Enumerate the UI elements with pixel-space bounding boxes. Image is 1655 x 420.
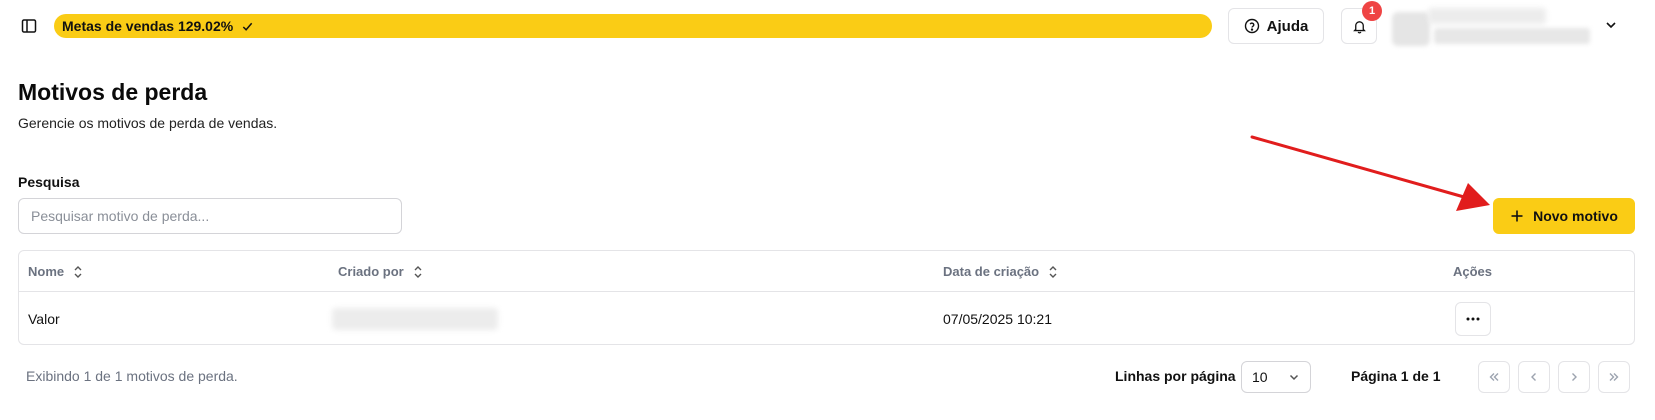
- page-title: Motivos de perda: [18, 79, 208, 105]
- help-button-label: Ajuda: [1266, 17, 1309, 35]
- sort-icon[interactable]: [1047, 265, 1059, 279]
- cell-created-by: [332, 292, 498, 345]
- sidebar-toggle-icon[interactable]: [18, 15, 40, 37]
- column-header-label: Data de criação: [943, 264, 1040, 279]
- notification-badge: 1: [1362, 1, 1382, 21]
- new-reason-button-label: Novo motivo: [1533, 208, 1618, 224]
- help-circle-icon: [1244, 18, 1260, 34]
- cell-actions: [1455, 292, 1491, 345]
- chevron-down-icon: [1288, 371, 1300, 383]
- column-header-created-at[interactable]: Data de criação: [943, 251, 1059, 292]
- column-header-created-by[interactable]: Criado por: [338, 251, 424, 292]
- chevron-left-icon: [1528, 371, 1540, 383]
- plus-icon: [1510, 209, 1524, 223]
- help-button[interactable]: Ajuda: [1228, 8, 1324, 44]
- column-header-label: Criado por: [338, 264, 404, 279]
- user-name-redacted: [1428, 8, 1546, 24]
- table-row: Valor 07/05/2025 10:21: [19, 292, 1634, 345]
- previous-page-button[interactable]: [1518, 361, 1550, 393]
- cell-name: Valor: [28, 310, 60, 327]
- top-bar: Metas de vendas 129.02% Ajuda 1: [0, 0, 1655, 52]
- sales-goal-label: Metas de vendas 129.02%: [62, 18, 234, 34]
- chevrons-right-icon: [1608, 371, 1620, 383]
- next-page-button[interactable]: [1558, 361, 1590, 393]
- search-label: Pesquisa: [18, 174, 80, 190]
- bell-icon: [1352, 19, 1367, 34]
- user-email-redacted: [1434, 28, 1590, 44]
- avatar: [1392, 12, 1430, 46]
- check-icon: [241, 20, 254, 33]
- chevron-down-icon[interactable]: [1604, 18, 1618, 32]
- more-horizontal-icon: [1466, 317, 1480, 321]
- column-header-name[interactable]: Nome: [28, 251, 84, 292]
- last-page-button[interactable]: [1598, 361, 1630, 393]
- search-input[interactable]: [18, 198, 402, 234]
- new-reason-button[interactable]: Novo motivo: [1493, 198, 1635, 234]
- user-menu[interactable]: [1392, 6, 1632, 46]
- column-header-label: Nome: [28, 264, 65, 279]
- chevron-right-icon: [1568, 371, 1580, 383]
- column-header-actions: Ações: [1453, 251, 1492, 292]
- row-actions-button[interactable]: [1455, 301, 1491, 336]
- rows-per-page-value: 10: [1252, 369, 1268, 385]
- first-page-button[interactable]: [1478, 361, 1510, 393]
- annotation-arrow: [1250, 135, 1490, 211]
- page-subtitle: Gerencie os motivos de perda de vendas.: [18, 115, 278, 131]
- sort-icon[interactable]: [72, 265, 84, 279]
- loss-reasons-table: Nome Criado por Data de criação Ações Va…: [18, 250, 1635, 345]
- page-indicator: Página 1 de 1: [1351, 368, 1441, 384]
- rows-per-page-label: Linhas por página: [1115, 368, 1236, 384]
- creator-redacted: [332, 307, 498, 330]
- table-header: Nome Criado por Data de criação Ações: [19, 251, 1634, 292]
- rows-per-page-select[interactable]: 10: [1241, 361, 1311, 393]
- sort-icon[interactable]: [412, 265, 424, 279]
- results-count: Exibindo 1 de 1 motivos de perda.: [26, 368, 238, 384]
- sales-goal-progress[interactable]: Metas de vendas 129.02%: [54, 14, 1212, 38]
- cell-created-at: 07/05/2025 10:21: [943, 310, 1052, 327]
- chevrons-left-icon: [1488, 371, 1500, 383]
- column-header-label: Ações: [1453, 264, 1493, 279]
